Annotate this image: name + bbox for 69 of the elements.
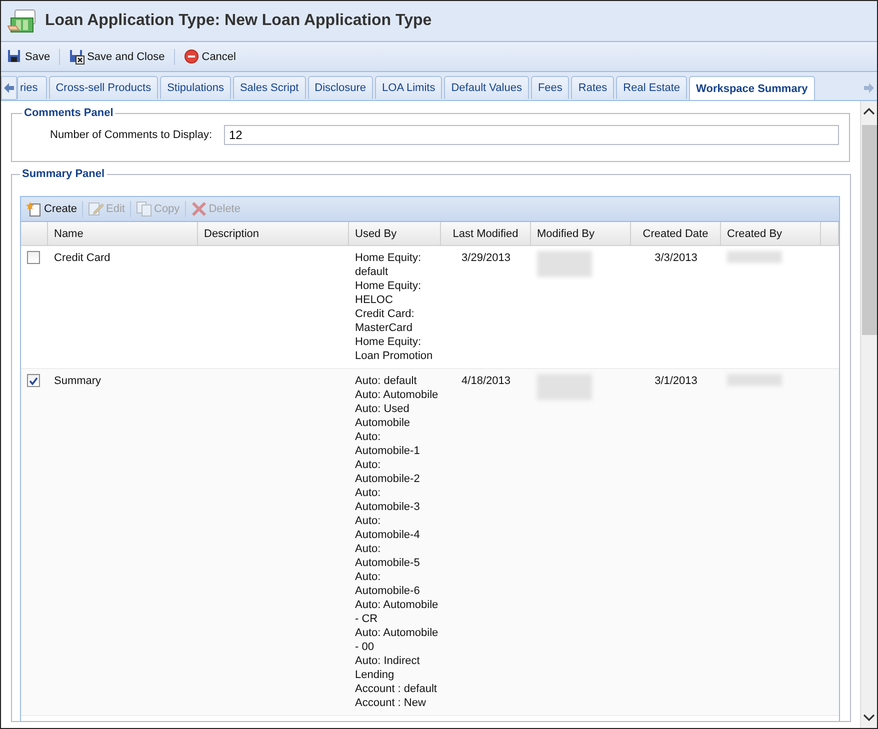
up-caret-icon — [863, 107, 875, 115]
table-cell-text: Auto: Automobile-6 — [355, 570, 421, 598]
comments-count-field[interactable]: 12 — [224, 125, 839, 145]
table-cell-text: Home Equity: Loan Promotion — [355, 335, 434, 363]
tab[interactable]: Cross-sell Products — [48, 76, 158, 99]
table-cell-text: Auto: Indirect Lending — [355, 654, 421, 682]
create-button[interactable]: Create — [24, 199, 80, 219]
table-cell-text: Auto: Automobile-1 — [355, 430, 421, 458]
save-close-button[interactable]: Save and Close — [67, 46, 167, 66]
checkmark-icon — [29, 376, 38, 384]
table-cell-text: Auto: Automobile-2 — [355, 458, 421, 486]
minus-circle-icon — [184, 48, 200, 64]
floppy-disk-x-icon — [69, 48, 86, 64]
row-checkbox[interactable] — [27, 251, 40, 264]
table-cell-text: Account : default — [355, 682, 438, 696]
column-header: Description — [198, 222, 349, 245]
panel-title: Comments Panel — [23, 107, 114, 119]
table-cell: Auto: Automobile - 00 — [355, 626, 439, 654]
blurred-text — [537, 251, 592, 277]
tab[interactable]: Workspace Summary — [689, 76, 815, 100]
tab[interactable]: Fees — [530, 76, 570, 99]
column-header: Used By — [349, 222, 441, 245]
edit-document-icon — [88, 201, 104, 217]
copy-documents-icon — [136, 201, 152, 217]
field-label: Number of Comments to Display: — [50, 129, 212, 141]
tab[interactable]: Rates — [571, 76, 614, 99]
column-header: Last Modified — [441, 222, 531, 245]
down-caret-icon — [863, 714, 875, 722]
right-arrow-icon — [864, 83, 874, 93]
tab[interactable]: LOA Limits — [375, 76, 442, 99]
table-cell-text: Auto: Automobile-4 — [355, 514, 421, 542]
table-cell-text: Auto: default — [355, 374, 418, 388]
blurred-text — [727, 251, 782, 263]
table-cell-text: 3/1/2013 — [654, 374, 698, 389]
panel-title: Summary Panel — [21, 169, 106, 180]
table-cell-text: 3/3/2013 — [654, 251, 698, 266]
table-cell-text: Auto: Automobile-5 — [355, 542, 421, 570]
table-cell-text: Auto: Automobile-3 — [355, 486, 421, 514]
table-cell: Auto: Automobile — [355, 388, 439, 402]
tab[interactable]: Stipulations — [160, 76, 231, 99]
tab[interactable]: Sales Script — [232, 76, 306, 99]
tab[interactable]: Default Values — [444, 76, 529, 99]
table-cell-text: Credit Card — [53, 251, 112, 266]
table-cell-text: 4/18/2013 — [460, 374, 512, 389]
table-cell-text: Account : New — [355, 696, 427, 710]
scrollbar-thumb[interactable] — [862, 125, 876, 335]
cancel-button[interactable]: Cancel — [182, 46, 238, 66]
column-header: Created By — [721, 222, 821, 245]
table-cell-text: Auto: Used Automobile — [355, 402, 412, 430]
delete-x-icon — [190, 201, 207, 217]
tab[interactable]: Real Estate — [616, 76, 688, 99]
table-cell-text: Home Equity: HELOC — [355, 279, 422, 307]
left-arrow-icon — [4, 83, 14, 93]
window-title: Loan Application Type: New Loan Application Type — [45, 12, 432, 30]
column-header: Created Date — [631, 222, 721, 245]
save-button[interactable]: Save — [5, 46, 52, 66]
tab[interactable]: ries — [17, 76, 47, 99]
table-cell-text: Credit Card: MasterCard — [355, 307, 416, 335]
table-cell-text: Summary — [53, 374, 102, 389]
tab[interactable]: Disclosure — [308, 76, 374, 99]
table-cell-text: 3/29/2013 — [460, 251, 512, 266]
scroll-left-button[interactable] — [1, 76, 17, 100]
row-checkbox[interactable] — [27, 374, 40, 387]
column-header: Modified By — [531, 222, 631, 245]
new-document-icon — [26, 201, 42, 217]
table-cell-text: Home Equity: default — [355, 251, 422, 279]
table-cell: Auto: Automobile - CR — [355, 598, 439, 626]
scrollbar[interactable] — [860, 101, 877, 728]
column-header: Name — [48, 222, 198, 245]
